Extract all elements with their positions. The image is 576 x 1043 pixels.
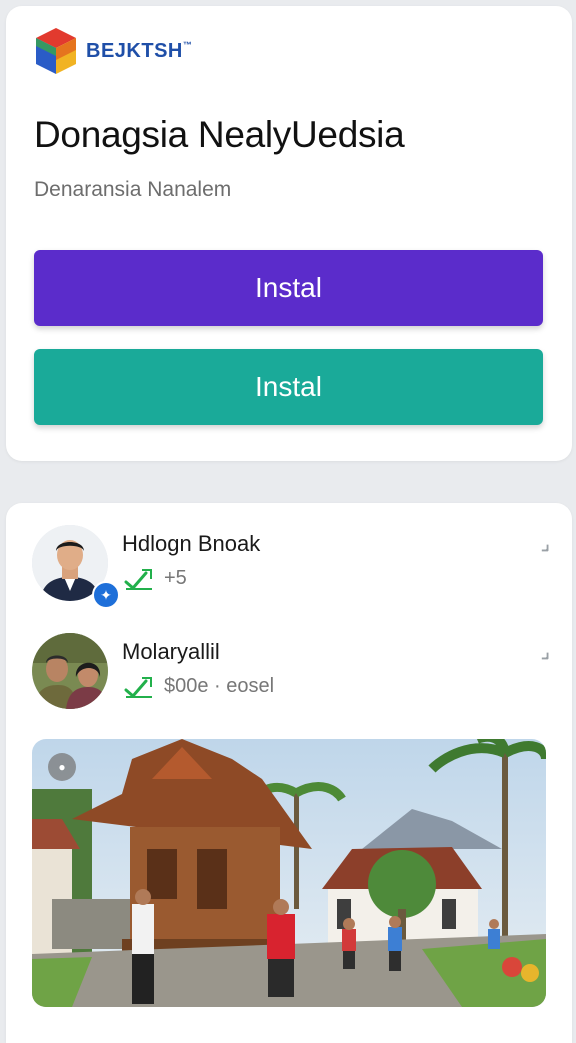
user-meta-text: +5 — [164, 567, 187, 589]
user-meta: $00e · eosel — [124, 675, 274, 698]
page-subtitle: Denaransia Nanalem — [34, 178, 232, 201]
brand-name: BEJKTSH — [86, 39, 183, 62]
user-name[interactable]: Hdlogn Bnoak — [122, 531, 260, 557]
install-card: BEJKTSH™ Donagsia NealyUedsia Denaransia… — [6, 6, 572, 461]
list-item[interactable]: ✦ Hdlogn Bnoak +5 ⌄ — [32, 525, 558, 609]
chevron-icon[interactable]: ⌄ — [527, 530, 558, 561]
feed-card: ✦ Hdlogn Bnoak +5 ⌄ Molaryallil $00e · e… — [6, 503, 572, 1043]
verified-badge-icon: ✦ — [92, 581, 120, 609]
chevron-icon[interactable]: ⌄ — [527, 638, 558, 669]
list-item[interactable]: Molaryallil $00e · eosel ⌄ — [32, 633, 558, 717]
post-photo[interactable]: ● — [32, 739, 546, 1007]
page-title: Donagsia NealyUedsia — [34, 114, 405, 155]
user-name[interactable]: Molaryallil — [122, 639, 220, 665]
avatar[interactable] — [32, 633, 108, 709]
cube-logo-icon — [36, 28, 76, 74]
user-meta-text: $00e · eosel — [164, 675, 275, 697]
photo-icon[interactable]: ● — [48, 753, 76, 781]
install-button-primary[interactable]: Instal — [34, 250, 543, 326]
check-icon — [124, 568, 152, 590]
brand-tm: ™ — [182, 39, 193, 50]
check-icon — [124, 676, 152, 698]
brand-logo: BEJKTSH™ — [34, 26, 192, 76]
install-button-secondary-label: Instal — [255, 371, 322, 402]
install-button-primary-label: Instal — [255, 272, 322, 303]
user-meta: +5 — [124, 567, 187, 590]
install-button-secondary[interactable]: Instal — [34, 349, 543, 425]
